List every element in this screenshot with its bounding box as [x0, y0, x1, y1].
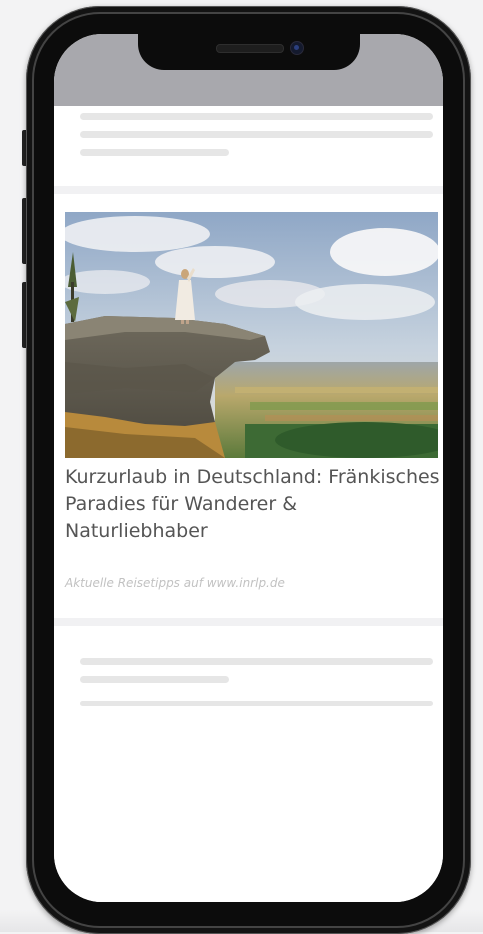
phone-screen: Kurzurlaub in Deutschland: Fränkisches P…: [54, 34, 443, 902]
placeholder-line: [80, 676, 229, 683]
placeholder-line: [80, 113, 433, 120]
notch: [137, 34, 360, 70]
placeholder-line: [80, 149, 229, 156]
article-image[interactable]: [65, 212, 438, 458]
article-title[interactable]: Kurzurlaub in Deutschland: Fränkisches P…: [65, 464, 443, 545]
placeholder-line: [80, 131, 433, 138]
front-camera-icon: [289, 41, 304, 55]
section-divider: [54, 618, 443, 626]
page-content[interactable]: Kurzurlaub in Deutschland: Fränkisches P…: [54, 106, 443, 902]
article-source[interactable]: Aktuelle Reisetipps auf www.inrlp.de: [65, 576, 285, 590]
landscape-image: [65, 212, 438, 458]
placeholder-line: [80, 701, 433, 706]
section-divider: [54, 186, 443, 194]
placeholder-block-top: [54, 106, 443, 192]
placeholder-line: [80, 658, 433, 665]
phone-frame: Kurzurlaub in Deutschland: Fränkisches P…: [26, 6, 471, 934]
placeholder-block-bottom: [54, 626, 443, 706]
article-card[interactable]: Kurzurlaub in Deutschland: Fränkisches P…: [54, 212, 443, 622]
speaker-grille: [215, 44, 284, 53]
